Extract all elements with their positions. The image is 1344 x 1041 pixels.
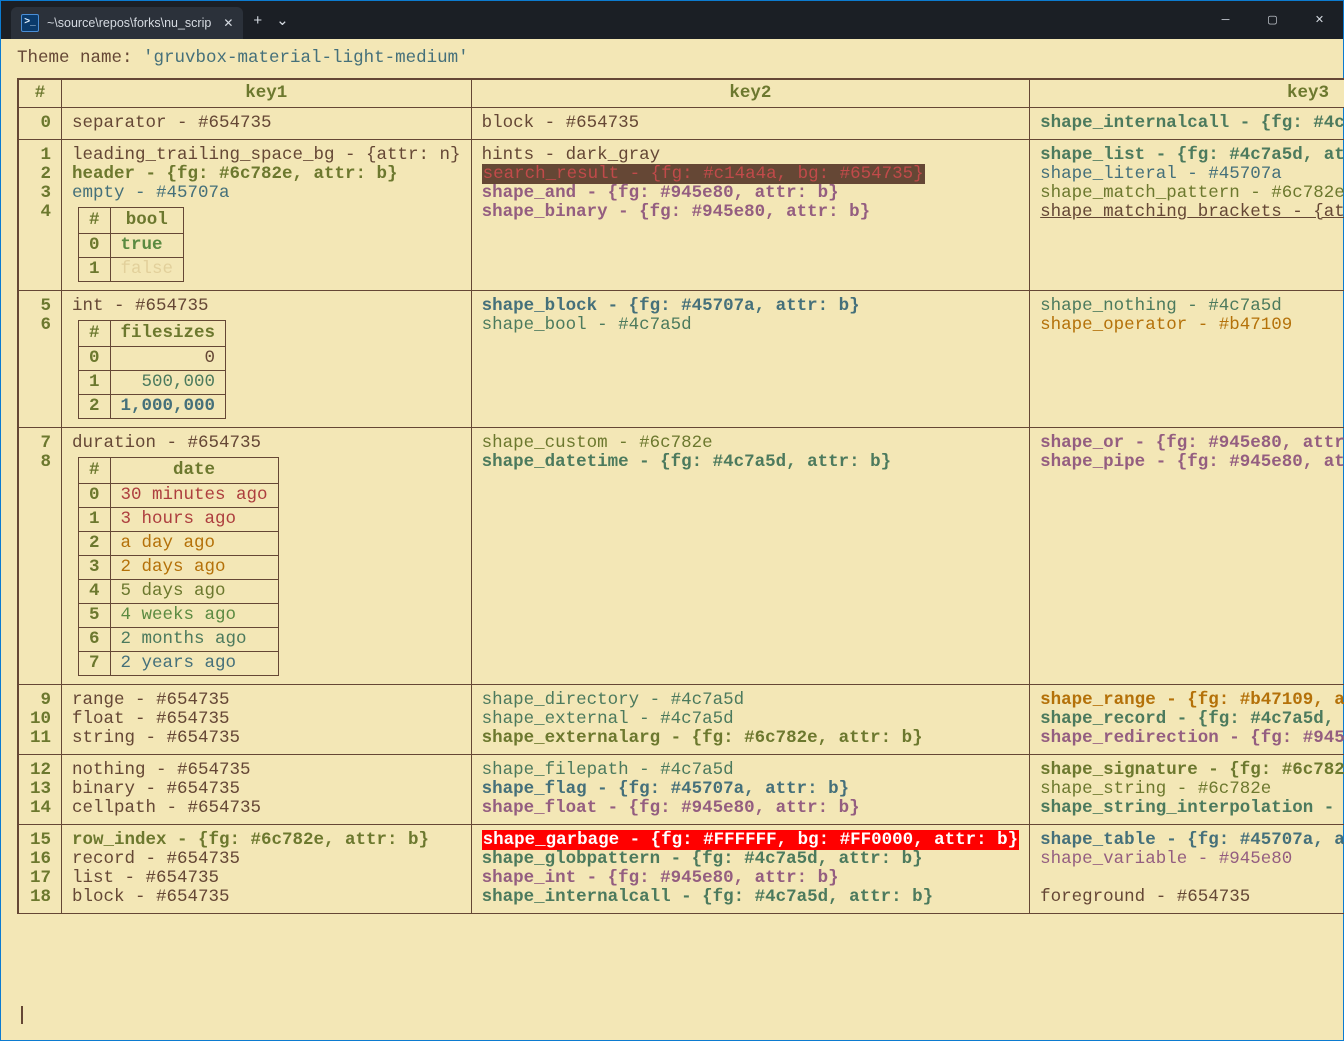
header-key3: key3 bbox=[1030, 79, 1344, 108]
window-close-button[interactable]: ✕ bbox=[1296, 1, 1343, 39]
header-index: # bbox=[18, 79, 62, 108]
table-row: 91011 range - #654735float - #654735stri… bbox=[18, 685, 1344, 755]
table-row: 0 separator - #654735 block - #654735 sh… bbox=[18, 108, 1344, 140]
close-tab-icon[interactable]: ✕ bbox=[223, 14, 233, 33]
prompt[interactable] bbox=[19, 1006, 23, 1026]
table-row: 121314 nothing - #654735binary - #654735… bbox=[18, 755, 1344, 825]
powershell-icon: >_ bbox=[21, 14, 39, 32]
table-row: 15161718 row_index - {fg: #6c782e, attr:… bbox=[18, 825, 1344, 914]
titlebar: >_ ~\source\repos\forks\nu_scrip ✕ + ⌄ ─… bbox=[1, 1, 1343, 39]
terminal-body: Theme name: 'gruvbox-material-light-medi… bbox=[1, 39, 1343, 924]
terminal-tab[interactable]: >_ ~\source\repos\forks\nu_scrip ✕ bbox=[11, 7, 243, 39]
new-tab-button[interactable]: + bbox=[253, 11, 262, 30]
theme-name: 'gruvbox-material-light-medium' bbox=[143, 48, 469, 68]
table-row: 56 int - #654735 #filesizes 001500,00021… bbox=[18, 291, 1344, 428]
tab-title: ~\source\repos\forks\nu_scrip bbox=[47, 14, 211, 33]
inner-table: #filesizes 001500,00021,000,000 bbox=[78, 320, 226, 419]
maximize-button[interactable]: ▢ bbox=[1249, 1, 1296, 39]
theme-table: # key1 key2 key3 0 separator - #654735 b… bbox=[17, 78, 1344, 914]
table-row: 78 duration - #654735 #date 030 minutes … bbox=[18, 428, 1344, 685]
theme-label: Theme name: bbox=[17, 48, 143, 68]
minimize-button[interactable]: ─ bbox=[1202, 1, 1249, 39]
header-key1: key1 bbox=[62, 79, 472, 108]
theme-line: Theme name: 'gruvbox-material-light-medi… bbox=[17, 49, 1327, 68]
header-key2: key2 bbox=[471, 79, 1030, 108]
inner-table: #date 030 minutes ago13 hours ago2a day … bbox=[78, 457, 279, 676]
terminal-window: >_ ~\source\repos\forks\nu_scrip ✕ + ⌄ ─… bbox=[0, 0, 1344, 1041]
inner-table: #bool 0true1false bbox=[78, 207, 184, 282]
table-row: 1234 leading_trailing_space_bg - {attr: … bbox=[18, 140, 1344, 291]
tab-dropdown-button[interactable]: ⌄ bbox=[276, 11, 289, 30]
